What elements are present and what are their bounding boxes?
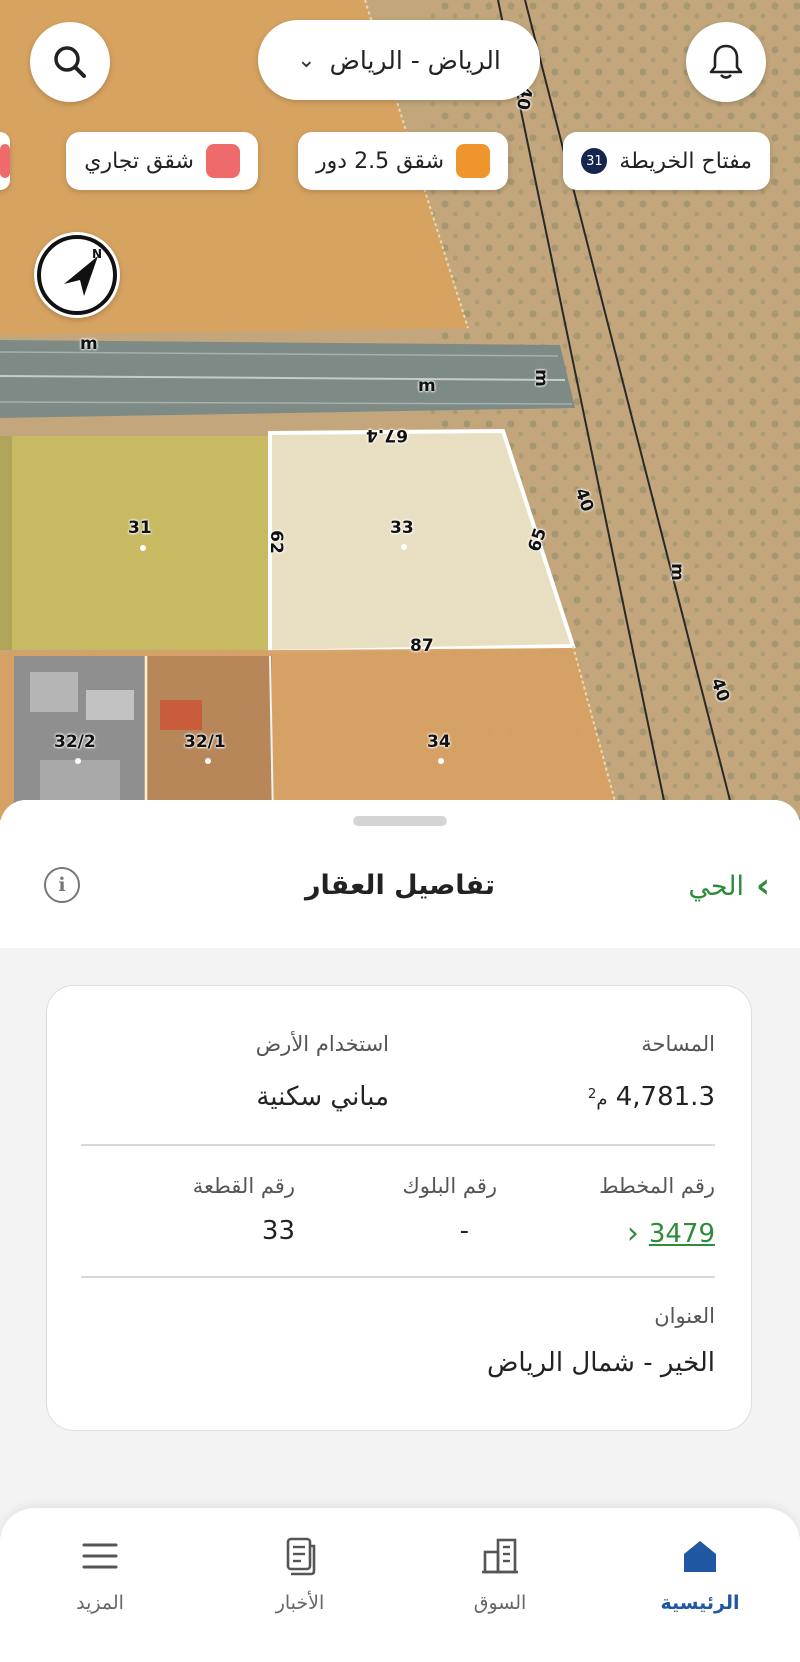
city-selector-label: الرياض - الرياض [329,45,501,75]
plot-number-33: 33 [390,518,414,538]
legend-swatch-red [206,144,240,178]
legend-count-badge: 31 [581,148,608,174]
plot-number-label: رقم القطعة [192,1174,295,1198]
chevron-down-icon: ⌄ [297,47,316,73]
tab-news-label: الأخبار [275,1592,325,1614]
divider [81,1276,715,1278]
sheet-drag-handle[interactable] [353,816,447,826]
sheet-header: › الحي تفاصيل العقار i [0,800,800,948]
map-legend-label: مفتاح الخريطة [619,148,752,174]
plot-marker [401,544,407,550]
plot-edge-length: 62 [265,530,286,554]
land-use-value: مباني سكنية [256,1082,389,1112]
bell-icon [709,44,743,79]
sheet-title: تفاصيل العقار [304,870,496,901]
area-number: 4,781.3 [615,1082,715,1112]
compass-icon: N [37,235,117,315]
svg-text:N: N [92,247,102,261]
tab-market[interactable]: السوق [400,1508,600,1662]
home-icon [684,1541,716,1572]
block-number-value: - [459,1216,469,1246]
tab-home[interactable]: الرئيسية [600,1508,800,1662]
block-number-label: رقم البلوك [402,1174,497,1198]
road-label: m [530,369,551,387]
building [86,690,134,720]
plot-edge-length: 87 [410,636,434,656]
plot-marker [438,758,444,764]
map-view[interactable]: m m m m 40 40 40 31 33 34 32/1 32/2 67.4… [0,0,800,820]
plot-number-31: 31 [128,518,152,538]
plot-31-zone [12,436,268,650]
area-unit-text: م [596,1089,608,1110]
notifications-button[interactable] [686,22,766,102]
info-icon[interactable]: i [44,867,80,903]
legend-swatch-orange [456,144,490,178]
plot-marker [140,545,146,551]
tab-more-label: المزيد [76,1592,124,1614]
plot-number-34: 34 [427,732,451,752]
plan-number-label: رقم المخطط [599,1174,715,1198]
plot-marker [205,758,211,764]
info-icon-glyph: i [58,874,66,896]
tab-market-label: السوق [473,1592,527,1614]
property-info-card: المساحة 4,781.3 م2 استخدام الأرض مباني س… [46,985,752,1431]
building [30,672,78,712]
plot-number-32-2: 32/2 [54,732,96,752]
menu-icon [82,1543,118,1569]
city-selector[interactable]: الرياض - الرياض ⌄ [258,20,540,100]
road-label: m [80,334,98,354]
satellite-map[interactable] [0,0,800,820]
divider [81,1144,715,1146]
legend-chip-label: شقق 2.5 دور [316,148,444,174]
compass-button[interactable]: N [34,232,120,318]
plot-marker [75,758,81,764]
building [160,700,202,730]
plan-number-link[interactable]: 3479 ‹ [627,1216,715,1251]
address-label: العنوان [654,1304,715,1328]
plot-edge-length: 67.4 [366,425,408,445]
building [40,760,120,800]
map-legend-button[interactable]: مفتاح الخريطة 31 [563,132,770,190]
legend-chip-label: شقق تجاري [84,148,194,174]
plan-number-value: 3479 [648,1218,715,1249]
road-label: m [666,563,687,581]
news-icon [286,1537,316,1576]
bottom-tab-bar: الرئيسية السوق الأخبار المزيد [0,1508,800,1662]
buildings-icon [482,1538,518,1574]
legend-swatch-red [0,144,10,178]
legend-chip-apartments[interactable]: شقق 2.5 دور [298,132,508,190]
tab-more[interactable]: المزيد [0,1508,200,1662]
address-value: الخير - شمال الرياض [486,1348,715,1378]
plot-number-32-1: 32/1 [184,732,226,752]
chevron-left-icon: ‹ [626,1216,639,1251]
land-use-label: استخدام الأرض [255,1032,389,1056]
tab-news[interactable]: الأخبار [200,1508,400,1662]
plot-left-strip [0,436,12,650]
tab-home-label: الرئيسية [660,1592,740,1614]
area-unit: م2 [588,1087,608,1110]
road-label: m [418,376,436,396]
plot-number-value: 33 [261,1216,295,1246]
area-label: المساحة [641,1032,715,1056]
area-value: 4,781.3 م2 [588,1082,715,1112]
search-button[interactable] [30,22,110,102]
legend-chip-partial[interactable] [0,132,10,190]
legend-chip-commercial[interactable]: شقق تجاري [66,132,258,190]
search-icon [54,46,86,78]
